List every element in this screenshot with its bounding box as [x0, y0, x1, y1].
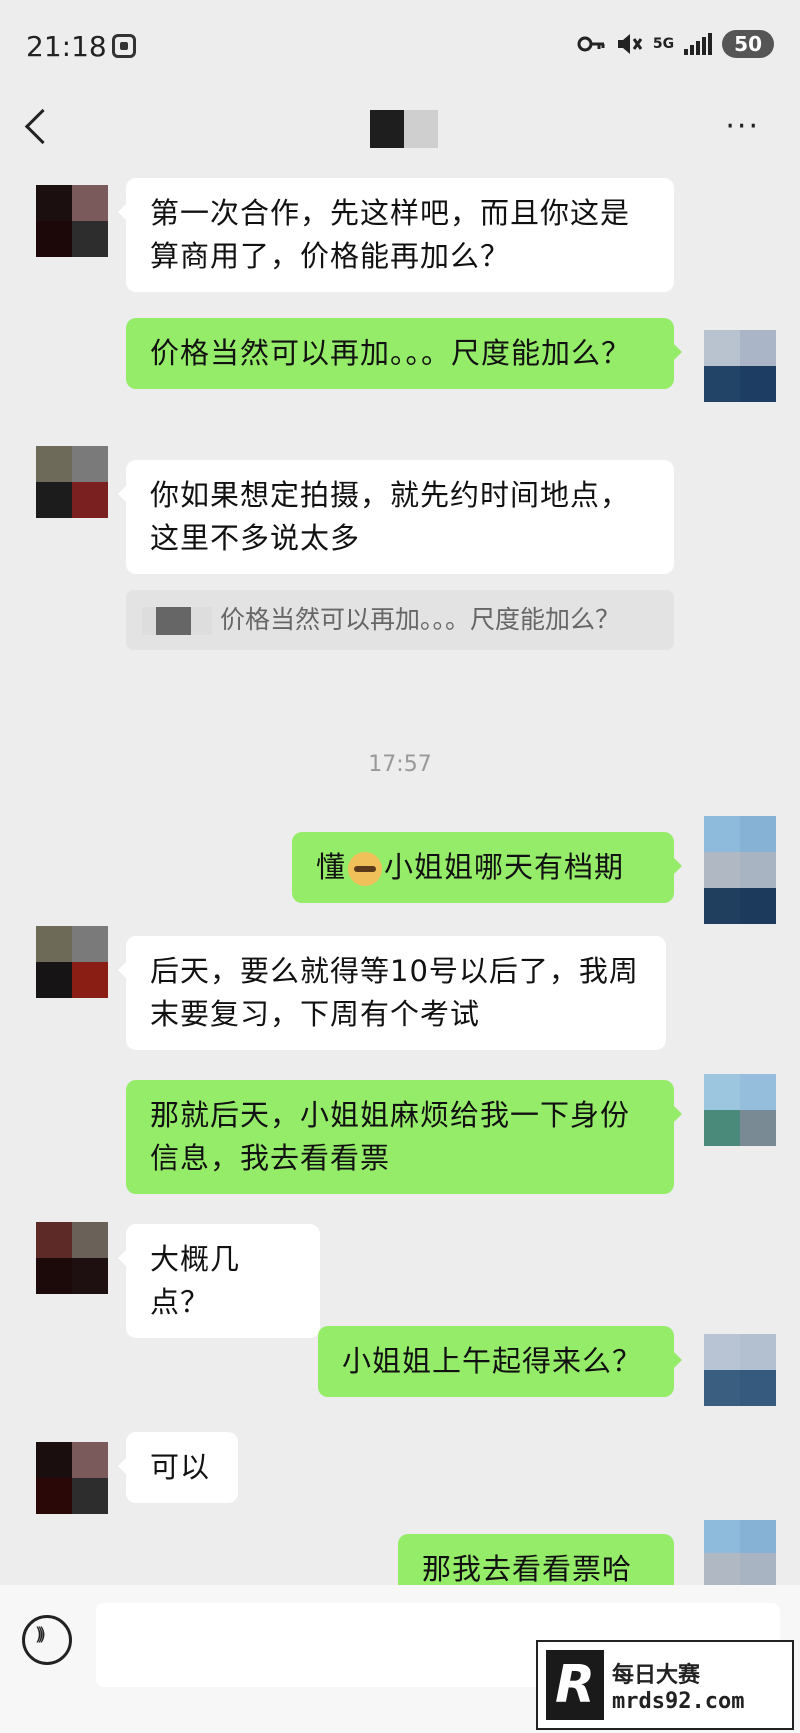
watermark-logo: R	[546, 1650, 604, 1720]
status-bar: 21:18 5G 50	[0, 0, 800, 90]
key-icon	[577, 36, 605, 52]
quoted-message[interactable]: 价格当然可以再加。。。尺度能加么？	[126, 590, 674, 650]
message-text: 懂	[316, 850, 347, 884]
contact-avatar[interactable]	[36, 185, 108, 257]
message-bubble-incoming[interactable]: 可以	[118, 1432, 238, 1503]
quote-sender-blurred	[142, 607, 212, 635]
watermark: R 每日大赛 mrds92.com	[536, 1640, 794, 1730]
contact-avatar[interactable]	[36, 926, 108, 998]
voice-input-icon[interactable]	[22, 1615, 72, 1665]
watermark-title: 每日大赛	[612, 1662, 701, 1688]
system-icons: 5G 50	[577, 30, 774, 58]
status-time: 21:18	[26, 30, 107, 63]
network-type: 5G	[652, 36, 675, 52]
self-avatar[interactable]	[704, 330, 776, 402]
back-icon[interactable]	[24, 108, 61, 145]
battery-indicator: 50	[722, 30, 774, 58]
contact-avatar[interactable]	[36, 446, 108, 518]
message-text: 小姐姐哪天有档期	[384, 850, 625, 884]
self-avatar[interactable]	[704, 1520, 776, 1586]
signal-icon	[684, 33, 713, 55]
message-bubble-outgoing[interactable]: 懂 小姐姐哪天有档期	[292, 832, 682, 903]
self-avatar[interactable]	[704, 1074, 776, 1146]
message-bubble-incoming[interactable]: 第一次合作，先这样吧，而且你这是算商用了，价格能再加么？	[118, 178, 674, 292]
chat-header: ···	[0, 90, 800, 170]
message-bubble-incoming[interactable]: 你如果想定拍摄，就先约时间地点，这里不多说太多	[118, 460, 674, 574]
quote-text: 价格当然可以再加。。。尺度能加么？	[220, 605, 621, 634]
contact-avatar[interactable]	[36, 1222, 108, 1294]
contact-avatar[interactable]	[36, 1442, 108, 1514]
watermark-url: mrds92.com	[612, 1688, 745, 1714]
message-bubble-outgoing[interactable]: 那我去看看票哈	[398, 1534, 674, 1586]
doge-emoji-icon	[348, 852, 383, 886]
self-avatar[interactable]	[704, 816, 776, 924]
message-bubble-incoming[interactable]: 大概几点？	[118, 1224, 320, 1338]
message-bubble-incoming[interactable]: 后天，要么就得等10号以后了，我周末要复习，下周有个考试	[118, 936, 666, 1050]
chat-timestamp: 17:57	[368, 752, 432, 777]
more-icon[interactable]: ···	[725, 112, 760, 142]
message-bubble-outgoing[interactable]: 小姐姐上午起得来么？	[318, 1326, 682, 1397]
message-bubble-outgoing[interactable]: 那就后天，小姐姐麻烦给我一下身份信息，我去看看票	[126, 1080, 682, 1194]
chat-title-blurred	[370, 110, 438, 148]
mute-icon	[617, 34, 643, 54]
screenshot-icon	[112, 34, 136, 58]
message-bubble-outgoing[interactable]: 价格当然可以再加。。。尺度能加么？	[126, 318, 682, 389]
self-avatar[interactable]	[704, 1334, 776, 1406]
